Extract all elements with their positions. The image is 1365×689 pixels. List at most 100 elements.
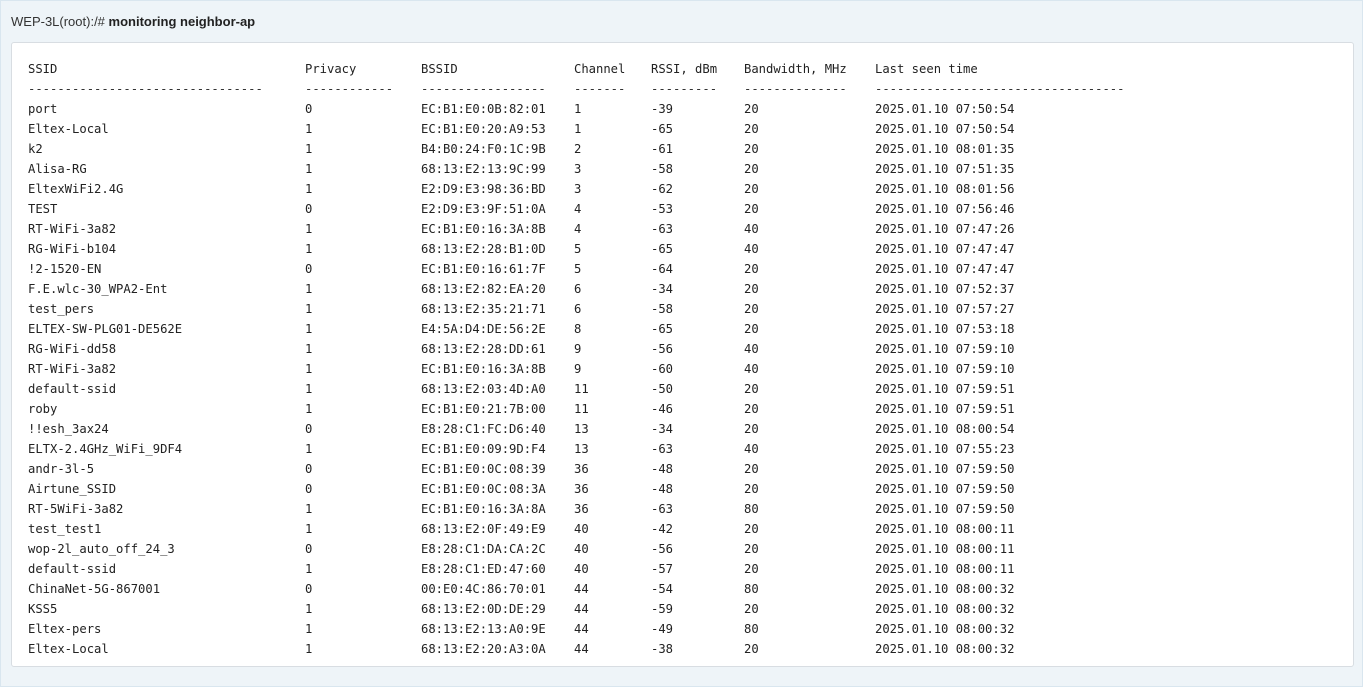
bssid-cell: E8:28:C1:ED:47:60 — [421, 562, 546, 576]
rssi-cell: -46 — [651, 402, 674, 416]
last-seen-cell: 2025.01.10 08:00:11 — [875, 542, 1015, 556]
channel-cell: 13 — [574, 442, 589, 456]
privacy-cell: 0 — [305, 422, 313, 436]
rssi-cell: -62 — [651, 182, 674, 196]
last-seen-cell: 2025.01.10 07:59:10 — [875, 342, 1015, 356]
privacy-cell: 0 — [305, 262, 313, 276]
rssi-cell: -61 — [651, 142, 674, 156]
bandwidth-cell: 20 — [744, 602, 759, 616]
channel-cell: 1 — [574, 102, 582, 116]
privacy-cell: 1 — [305, 282, 313, 296]
bandwidth-cell: 20 — [744, 422, 759, 436]
ssid-cell: F.E.wlc-30_WPA2-Ent — [28, 282, 168, 296]
last-seen-cell: 2025.01.10 07:59:50 — [875, 462, 1015, 476]
ssid-cell: !2-1520-EN — [28, 262, 102, 276]
table-row: test_pers 1 68:13:E2:35:21:71 6 -58 20 2025.01… — [28, 299, 1014, 319]
bssid-cell: E2:D9:E3:9F:51:0A — [421, 202, 546, 216]
table-row: default-ssid 1 E8:28:C1:ED:47:60 40 -57 20 202… — [28, 559, 1014, 579]
table-header-row: SSID Privacy BSSID Channel RSSI, dBm Ban… — [28, 59, 978, 79]
table-row: andr-3l-5 0 EC:B1:E0:0C:08:39 36 -48 20 2025.0… — [28, 459, 1014, 479]
bandwidth-cell: 20 — [744, 282, 759, 296]
ssid-cell: KSS5 — [28, 602, 58, 616]
channel-cell: 13 — [574, 422, 589, 436]
last-seen-cell: 2025.01.10 07:59:50 — [875, 502, 1015, 516]
table-row: Airtune_SSID 0 EC:B1:E0:0C:08:3A 36 -48 20 202… — [28, 479, 1014, 499]
table-row: ChinaNet-5G-867001 0 00:E0:4C:86:70:01 44 -5… — [28, 579, 1014, 599]
bandwidth-cell: 20 — [744, 402, 759, 416]
privacy-cell: 0 — [305, 542, 313, 556]
rssi-cell: -63 — [651, 442, 674, 456]
channel-cell: 11 — [574, 402, 589, 416]
privacy-cell: 1 — [305, 182, 313, 196]
ssid-cell: RG-WiFi-b104 — [28, 242, 117, 256]
bandwidth-cell: 40 — [744, 362, 759, 376]
rssi-cell: -49 — [651, 622, 674, 636]
last-seen-cell: 2025.01.10 08:00:32 — [875, 582, 1015, 596]
last-seen-cell: 2025.01.10 07:47:47 — [875, 262, 1015, 276]
bssid-cell: E8:28:C1:DA:CA:2C — [421, 542, 546, 556]
table-row: RT-WiFi-3a82 1 EC:B1:E0:16:3A:8B 4 -63 40 2025… — [28, 219, 1014, 239]
ssid-cell: Alisa-RG — [28, 162, 87, 176]
ssid-cell: RT-WiFi-3a82 — [28, 362, 117, 376]
last-seen-cell: 2025.01.10 07:47:26 — [875, 222, 1015, 236]
last-seen-cell: 2025.01.10 07:59:51 — [875, 382, 1015, 396]
last-seen-cell: 2025.01.10 07:55:23 — [875, 442, 1015, 456]
last-seen-cell: 2025.01.10 07:50:54 — [875, 102, 1015, 116]
bandwidth-cell: 20 — [744, 322, 759, 336]
channel-cell: 9 — [574, 362, 582, 376]
rssi-cell: -64 — [651, 262, 674, 276]
bandwidth-cell: 20 — [744, 522, 759, 536]
header-channel: Channel — [574, 62, 626, 76]
rssi-cell: -58 — [651, 302, 674, 316]
last-seen-cell: 2025.01.10 07:53:18 — [875, 322, 1015, 336]
bandwidth-cell: 40 — [744, 222, 759, 236]
table-row: Eltex-Local 1 68:13:E2:20:A3:0A 44 -38 20 2025… — [28, 639, 1014, 659]
bandwidth-cell: 20 — [744, 122, 759, 136]
bandwidth-cell: 20 — [744, 562, 759, 576]
ssid-cell: RT-5WiFi-3a82 — [28, 502, 124, 516]
bssid-cell: 68:13:E2:13:A0:9E — [421, 622, 546, 636]
channel-cell: 3 — [574, 162, 582, 176]
channel-cell: 6 — [574, 302, 582, 316]
header-rssi: RSSI, dBm — [651, 62, 718, 76]
rssi-cell: -48 — [651, 482, 674, 496]
ssid-cell: RT-WiFi-3a82 — [28, 222, 117, 236]
channel-cell: 40 — [574, 562, 589, 576]
header-ssid: SSID — [28, 62, 58, 76]
last-seen-cell: 2025.01.10 07:59:51 — [875, 402, 1015, 416]
channel-cell: 36 — [574, 482, 589, 496]
bandwidth-cell: 20 — [744, 202, 759, 216]
last-seen-cell: 2025.01.10 07:51:35 — [875, 162, 1015, 176]
channel-cell: 36 — [574, 462, 589, 476]
ssid-cell: Eltex-Local — [28, 642, 109, 656]
privacy-cell: 1 — [305, 522, 313, 536]
channel-cell: 5 — [574, 242, 582, 256]
bandwidth-cell: 20 — [744, 482, 759, 496]
table-row: RG-WiFi-dd58 1 68:13:E2:28:DD:61 9 -56 40 2025… — [28, 339, 1014, 359]
bssid-cell: 68:13:E2:03:4D:A0 — [421, 382, 546, 396]
rssi-cell: -42 — [651, 522, 674, 536]
last-seen-cell: 2025.01.10 08:01:35 — [875, 142, 1015, 156]
bssid-cell: 68:13:E2:0D:DE:29 — [421, 602, 546, 616]
rssi-cell: -59 — [651, 602, 674, 616]
rssi-cell: -65 — [651, 322, 674, 336]
separator: ------------ — [305, 82, 394, 96]
last-seen-cell: 2025.01.10 08:00:32 — [875, 642, 1015, 656]
privacy-cell: 0 — [305, 102, 313, 116]
table-row: wop-2l_auto_off_24_3 0 E8:28:C1:DA:CA:2C 40… — [28, 539, 1014, 559]
last-seen-cell: 2025.01.10 08:00:54 — [875, 422, 1015, 436]
last-seen-cell: 2025.01.10 07:57:27 — [875, 302, 1015, 316]
ssid-cell: Eltex-Local — [28, 122, 109, 136]
privacy-cell: 0 — [305, 482, 313, 496]
bssid-cell: EC:B1:E0:16:3A:8B — [421, 362, 546, 376]
separator: ------- — [574, 82, 626, 96]
bandwidth-cell: 20 — [744, 382, 759, 396]
ssid-cell: Airtune_SSID — [28, 482, 117, 496]
bssid-cell: 68:13:E2:28:DD:61 — [421, 342, 546, 356]
ssid-cell: RG-WiFi-dd58 — [28, 342, 117, 356]
console-frame: WEP-3L(root):/# monitoring neighbor-ap S… — [0, 0, 1363, 687]
ssid-cell: TEST — [28, 202, 58, 216]
privacy-cell: 1 — [305, 302, 313, 316]
privacy-cell: 0 — [305, 582, 313, 596]
table-row: ELTEX-SW-PLG01-DE562E 1 E4:5A:D4:DE:56:2E 8… — [28, 319, 1014, 339]
